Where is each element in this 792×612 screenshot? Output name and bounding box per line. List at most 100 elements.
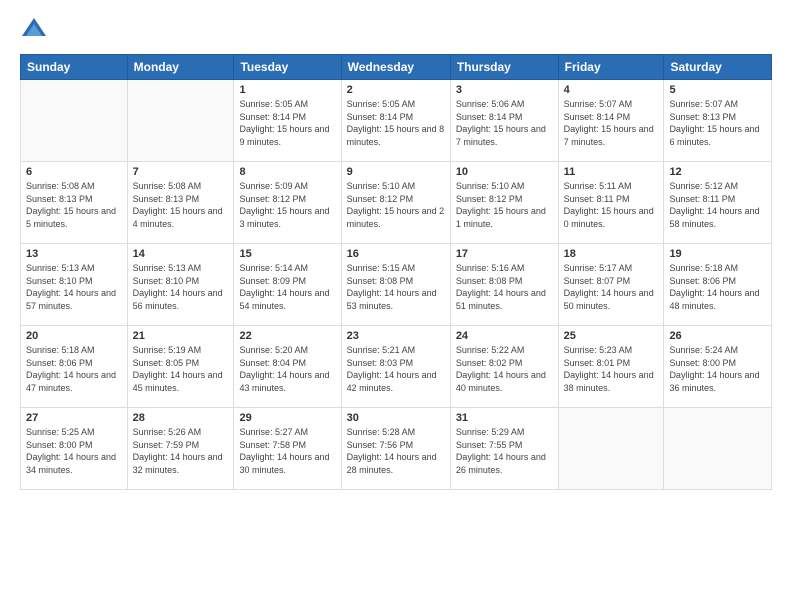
day-number: 5	[669, 84, 766, 96]
day-info: Sunrise: 5:11 AMSunset: 8:11 PMDaylight:…	[564, 180, 659, 230]
weekday-monday: Monday	[127, 55, 234, 80]
day-info: Sunrise: 5:17 AMSunset: 8:07 PMDaylight:…	[564, 262, 659, 312]
day-info: Sunrise: 5:18 AMSunset: 8:06 PMDaylight:…	[26, 344, 122, 394]
day-number: 31	[456, 412, 553, 424]
day-info: Sunrise: 5:05 AMSunset: 8:14 PMDaylight:…	[239, 98, 335, 148]
day-info: Sunrise: 5:14 AMSunset: 8:09 PMDaylight:…	[239, 262, 335, 312]
day-info: Sunrise: 5:10 AMSunset: 8:12 PMDaylight:…	[456, 180, 553, 230]
day-number: 22	[239, 330, 335, 342]
weekday-wednesday: Wednesday	[341, 55, 450, 80]
calendar-week-2: 6 Sunrise: 5:08 AMSunset: 8:13 PMDaylight…	[21, 162, 772, 244]
day-number: 2	[347, 84, 445, 96]
weekday-tuesday: Tuesday	[234, 55, 341, 80]
calendar-cell: 23 Sunrise: 5:21 AMSunset: 8:03 PMDayligh…	[341, 326, 450, 408]
day-info: Sunrise: 5:26 AMSunset: 7:59 PMDaylight:…	[133, 426, 229, 476]
header	[20, 16, 772, 44]
day-info: Sunrise: 5:21 AMSunset: 8:03 PMDaylight:…	[347, 344, 445, 394]
day-info: Sunrise: 5:28 AMSunset: 7:56 PMDaylight:…	[347, 426, 445, 476]
weekday-saturday: Saturday	[664, 55, 772, 80]
calendar-cell: 2 Sunrise: 5:05 AMSunset: 8:14 PMDaylight…	[341, 80, 450, 162]
calendar-cell: 16 Sunrise: 5:15 AMSunset: 8:08 PMDayligh…	[341, 244, 450, 326]
day-number: 18	[564, 248, 659, 260]
day-number: 14	[133, 248, 229, 260]
day-info: Sunrise: 5:06 AMSunset: 8:14 PMDaylight:…	[456, 98, 553, 148]
day-number: 4	[564, 84, 659, 96]
day-info: Sunrise: 5:18 AMSunset: 8:06 PMDaylight:…	[669, 262, 766, 312]
day-info: Sunrise: 5:12 AMSunset: 8:11 PMDaylight:…	[669, 180, 766, 230]
calendar-cell: 7Sunrise: 5:08 AMSunset: 8:13 PMDaylight…	[127, 162, 234, 244]
day-number: 21	[133, 330, 229, 342]
calendar-cell: 17Sunrise: 5:16 AMSunset: 8:08 PMDayligh…	[450, 244, 558, 326]
day-info: Sunrise: 5:25 AMSunset: 8:00 PMDaylight:…	[26, 426, 122, 476]
calendar-cell	[21, 80, 128, 162]
calendar-cell: 21 Sunrise: 5:19 AMSunset: 8:05 PMDayligh…	[127, 326, 234, 408]
day-number: 28	[133, 412, 229, 424]
calendar-week-1: 1Sunrise: 5:05 AMSunset: 8:14 PMDaylight…	[21, 80, 772, 162]
calendar-week-5: 27 Sunrise: 5:25 AMSunset: 8:00 PMDayligh…	[21, 408, 772, 490]
day-number: 25	[564, 330, 659, 342]
calendar-cell: 10 Sunrise: 5:10 AMSunset: 8:12 PMDayligh…	[450, 162, 558, 244]
logo	[20, 16, 52, 44]
calendar-cell: 13 Sunrise: 5:13 AMSunset: 8:10 PMDayligh…	[21, 244, 128, 326]
day-number: 29	[239, 412, 335, 424]
calendar-cell: 5 Sunrise: 5:07 AMSunset: 8:13 PMDaylight…	[664, 80, 772, 162]
day-info: Sunrise: 5:19 AMSunset: 8:05 PMDaylight:…	[133, 344, 229, 394]
calendar-table: SundayMondayTuesdayWednesdayThursdayFrid…	[20, 54, 772, 490]
day-number: 8	[239, 166, 335, 178]
day-number: 19	[669, 248, 766, 260]
day-number: 20	[26, 330, 122, 342]
day-info: Sunrise: 5:27 AMSunset: 7:58 PMDaylight:…	[239, 426, 335, 476]
calendar-cell: 3 Sunrise: 5:06 AMSunset: 8:14 PMDaylight…	[450, 80, 558, 162]
calendar-cell: 28 Sunrise: 5:26 AMSunset: 7:59 PMDayligh…	[127, 408, 234, 490]
day-number: 15	[239, 248, 335, 260]
calendar-week-4: 20 Sunrise: 5:18 AMSunset: 8:06 PMDayligh…	[21, 326, 772, 408]
calendar-cell	[558, 408, 664, 490]
weekday-friday: Friday	[558, 55, 664, 80]
calendar-cell: 4Sunrise: 5:07 AMSunset: 8:14 PMDaylight…	[558, 80, 664, 162]
weekday-thursday: Thursday	[450, 55, 558, 80]
day-info: Sunrise: 5:23 AMSunset: 8:01 PMDaylight:…	[564, 344, 659, 394]
day-info: Sunrise: 5:29 AMSunset: 7:55 PMDaylight:…	[456, 426, 553, 476]
calendar-cell: 29 Sunrise: 5:27 AMSunset: 7:58 PMDayligh…	[234, 408, 341, 490]
calendar-cell	[664, 408, 772, 490]
day-info: Sunrise: 5:07 AMSunset: 8:13 PMDaylight:…	[669, 98, 766, 148]
calendar-cell: 20 Sunrise: 5:18 AMSunset: 8:06 PMDayligh…	[21, 326, 128, 408]
day-info: Sunrise: 5:22 AMSunset: 8:02 PMDaylight:…	[456, 344, 553, 394]
day-info: Sunrise: 5:08 AMSunset: 8:13 PMDaylight:…	[26, 180, 122, 230]
day-number: 13	[26, 248, 122, 260]
calendar-cell: 15 Sunrise: 5:14 AMSunset: 8:09 PMDayligh…	[234, 244, 341, 326]
calendar-cell: 12 Sunrise: 5:12 AMSunset: 8:11 PMDayligh…	[664, 162, 772, 244]
calendar-cell: 14 Sunrise: 5:13 AMSunset: 8:10 PMDayligh…	[127, 244, 234, 326]
day-info: Sunrise: 5:05 AMSunset: 8:14 PMDaylight:…	[347, 98, 445, 148]
day-number: 3	[456, 84, 553, 96]
calendar-cell: 1Sunrise: 5:05 AMSunset: 8:14 PMDaylight…	[234, 80, 341, 162]
day-number: 16	[347, 248, 445, 260]
calendar-cell: 27 Sunrise: 5:25 AMSunset: 8:00 PMDayligh…	[21, 408, 128, 490]
weekday-sunday: Sunday	[21, 55, 128, 80]
day-info: Sunrise: 5:09 AMSunset: 8:12 PMDaylight:…	[239, 180, 335, 230]
calendar-cell: 9Sunrise: 5:10 AMSunset: 8:12 PMDaylight…	[341, 162, 450, 244]
day-info: Sunrise: 5:20 AMSunset: 8:04 PMDaylight:…	[239, 344, 335, 394]
calendar-week-3: 13 Sunrise: 5:13 AMSunset: 8:10 PMDayligh…	[21, 244, 772, 326]
day-number: 23	[347, 330, 445, 342]
day-number: 6	[26, 166, 122, 178]
logo-icon	[20, 16, 48, 44]
day-info: Sunrise: 5:10 AMSunset: 8:12 PMDaylight:…	[347, 180, 445, 230]
calendar-cell: 26Sunrise: 5:24 AMSunset: 8:00 PMDayligh…	[664, 326, 772, 408]
day-number: 7	[133, 166, 229, 178]
day-info: Sunrise: 5:13 AMSunset: 8:10 PMDaylight:…	[26, 262, 122, 312]
day-number: 27	[26, 412, 122, 424]
calendar-cell: 6 Sunrise: 5:08 AMSunset: 8:13 PMDaylight…	[21, 162, 128, 244]
day-number: 11	[564, 166, 659, 178]
day-number: 17	[456, 248, 553, 260]
day-number: 24	[456, 330, 553, 342]
day-info: Sunrise: 5:15 AMSunset: 8:08 PMDaylight:…	[347, 262, 445, 312]
day-number: 12	[669, 166, 766, 178]
day-number: 10	[456, 166, 553, 178]
calendar-cell: 18 Sunrise: 5:17 AMSunset: 8:07 PMDayligh…	[558, 244, 664, 326]
page: SundayMondayTuesdayWednesdayThursdayFrid…	[0, 0, 792, 612]
calendar-cell: 19 Sunrise: 5:18 AMSunset: 8:06 PMDayligh…	[664, 244, 772, 326]
calendar-cell: 22 Sunrise: 5:20 AMSunset: 8:04 PMDayligh…	[234, 326, 341, 408]
weekday-header-row: SundayMondayTuesdayWednesdayThursdayFrid…	[21, 55, 772, 80]
day-info: Sunrise: 5:13 AMSunset: 8:10 PMDaylight:…	[133, 262, 229, 312]
